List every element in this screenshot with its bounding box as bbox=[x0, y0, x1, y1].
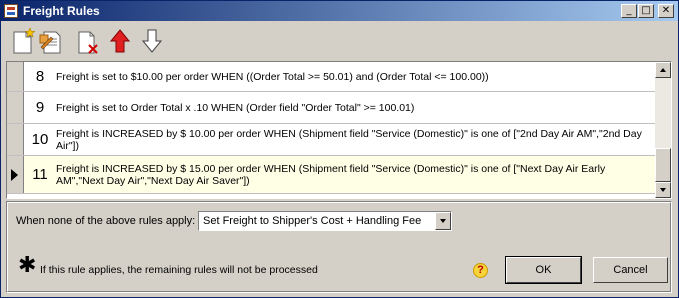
options-panel: When none of the above rules apply: Set … bbox=[6, 201, 672, 293]
maximize-button[interactable]: □ bbox=[638, 4, 654, 18]
row-marker bbox=[7, 124, 24, 155]
rule-number: 8 bbox=[35, 68, 45, 85]
app-icon bbox=[4, 4, 18, 18]
delete-rule-button[interactable] bbox=[75, 27, 101, 55]
ok-button[interactable]: OK bbox=[505, 256, 582, 284]
cancel-button[interactable]: Cancel bbox=[593, 257, 668, 283]
outline-down-arrow-icon bbox=[141, 29, 163, 53]
freight-rules-window: Freight Rules _ □ ✕ 8 Freight is set to … bbox=[0, 0, 679, 298]
none-apply-selected-value: Set Freight to Shipper's Cost + Handling… bbox=[203, 215, 422, 227]
rule-number: 11 bbox=[32, 166, 48, 183]
rule-row[interactable]: 8 Freight is set to $10.00 per order WHE… bbox=[7, 62, 657, 92]
rule-number: 9 bbox=[35, 99, 45, 116]
current-row-arrow-icon bbox=[11, 168, 18, 181]
help-icon[interactable]: ? bbox=[473, 263, 488, 278]
chevron-down-icon bbox=[440, 219, 446, 223]
vertical-scrollbar[interactable] bbox=[655, 62, 671, 198]
row-marker bbox=[7, 92, 24, 123]
legend-text: If this rule applies, the remaining rule… bbox=[40, 264, 318, 276]
rule-row[interactable]: 9 Freight is set to Order Total x .10 WH… bbox=[7, 92, 657, 124]
rule-text: Freight is INCREASED by $ 15.00 per orde… bbox=[56, 162, 606, 187]
scroll-thumb[interactable] bbox=[655, 148, 671, 182]
row-marker bbox=[7, 156, 24, 193]
down-arrow-icon bbox=[660, 188, 666, 192]
move-down-button[interactable] bbox=[139, 27, 165, 55]
rules-list[interactable]: 8 Freight is set to $10.00 per order WHE… bbox=[6, 61, 672, 199]
scroll-down-button[interactable] bbox=[655, 182, 671, 198]
rule-text: Freight is INCREASED by $ 10.00 per orde… bbox=[56, 127, 642, 152]
rule-text: Freight is set to $10.00 per order WHEN … bbox=[56, 70, 489, 83]
none-apply-label: When none of the above rules apply: bbox=[16, 215, 196, 227]
title-bar[interactable]: Freight Rules _ □ ✕ bbox=[1, 1, 678, 21]
red-up-arrow-icon bbox=[109, 29, 131, 53]
toolbar bbox=[1, 23, 678, 59]
rule-row-selected[interactable]: 11 Freight is INCREASED by $ 15.00 per o… bbox=[7, 156, 657, 194]
move-up-button[interactable] bbox=[107, 27, 133, 55]
asterisk-icon: ✱ bbox=[18, 253, 37, 278]
new-rule-button[interactable] bbox=[10, 27, 36, 55]
window-title: Freight Rules bbox=[23, 4, 100, 18]
scroll-up-button[interactable] bbox=[655, 62, 671, 78]
row-marker bbox=[7, 62, 24, 91]
up-arrow-icon bbox=[660, 68, 666, 72]
new-document-star-icon bbox=[13, 27, 36, 54]
delete-document-icon bbox=[78, 31, 98, 54]
minimize-button[interactable]: _ bbox=[621, 4, 637, 18]
rule-number: 10 bbox=[31, 131, 49, 148]
dropdown-button[interactable] bbox=[435, 212, 451, 230]
edit-rule-button[interactable] bbox=[38, 27, 64, 55]
rule-text: Freight is set to Order Total x .10 WHEN… bbox=[56, 101, 415, 114]
none-apply-select[interactable]: Set Freight to Shipper's Cost + Handling… bbox=[198, 211, 452, 231]
close-button[interactable]: ✕ bbox=[658, 4, 674, 18]
edit-document-icon bbox=[39, 31, 61, 54]
rule-row[interactable]: 10 Freight is INCREASED by $ 10.00 per o… bbox=[7, 124, 657, 156]
